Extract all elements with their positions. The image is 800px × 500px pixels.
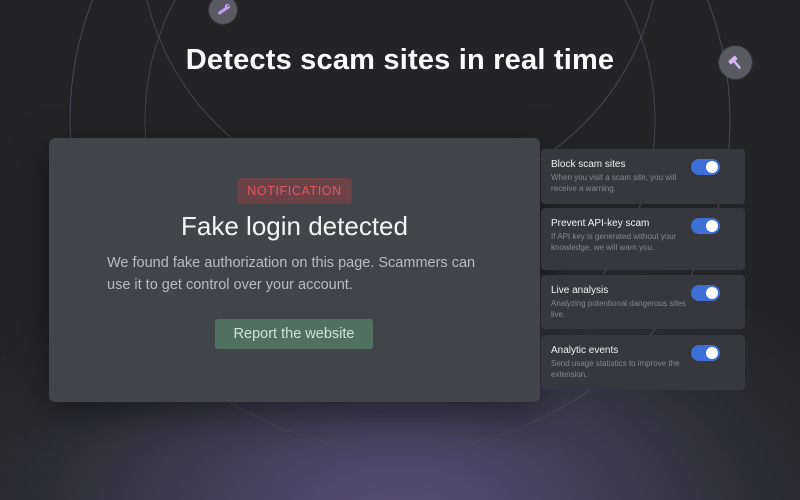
toggle-prevent-api-key-scam[interactable] [691, 218, 720, 234]
toggle-knob [706, 347, 718, 359]
setting-analytic-events: Analytic events Send usage statistics to… [541, 335, 745, 390]
report-website-button[interactable]: Report the website [215, 319, 373, 349]
setting-description: When you visit a scam site, you will rec… [551, 173, 677, 193]
toggle-live-analysis[interactable] [691, 285, 720, 301]
toggle-knob [706, 287, 718, 299]
toggle-knob [706, 220, 718, 232]
notification-description: We found fake authorization on this page… [107, 255, 476, 293]
setting-description: Send usage statistics to improve the ext… [551, 359, 680, 379]
toggle-block-scam-sites[interactable] [691, 159, 720, 175]
toggle-analytic-events[interactable] [691, 345, 720, 361]
setting-name: Analytic events [551, 345, 619, 356]
setting-name: Live analysis [551, 285, 609, 296]
setting-description: If API key is generated without your kno… [551, 232, 677, 252]
wrench-icon [215, 2, 231, 18]
setting-name: Prevent API-key scam [551, 218, 650, 229]
setting-live-analysis: Live analysis Analyzing potentional dang… [541, 275, 745, 329]
notification-tag: NOTIFICATION [237, 178, 352, 204]
setting-description: Analyzing potentional dangerous sites li… [551, 299, 686, 319]
setting-name: Block scam sites [551, 159, 626, 170]
setting-prevent-api-key-scam: Prevent API-key scam If API key is gener… [541, 208, 745, 270]
notification-card: NOTIFICATION Fake login detected We foun… [49, 138, 540, 402]
notification-title: Fake login detected [181, 211, 408, 241]
setting-block-scam-sites: Block scam sites When you visit a scam s… [541, 149, 745, 204]
toggle-knob [706, 161, 718, 173]
headline: Detects scam sites in real time [185, 44, 615, 76]
